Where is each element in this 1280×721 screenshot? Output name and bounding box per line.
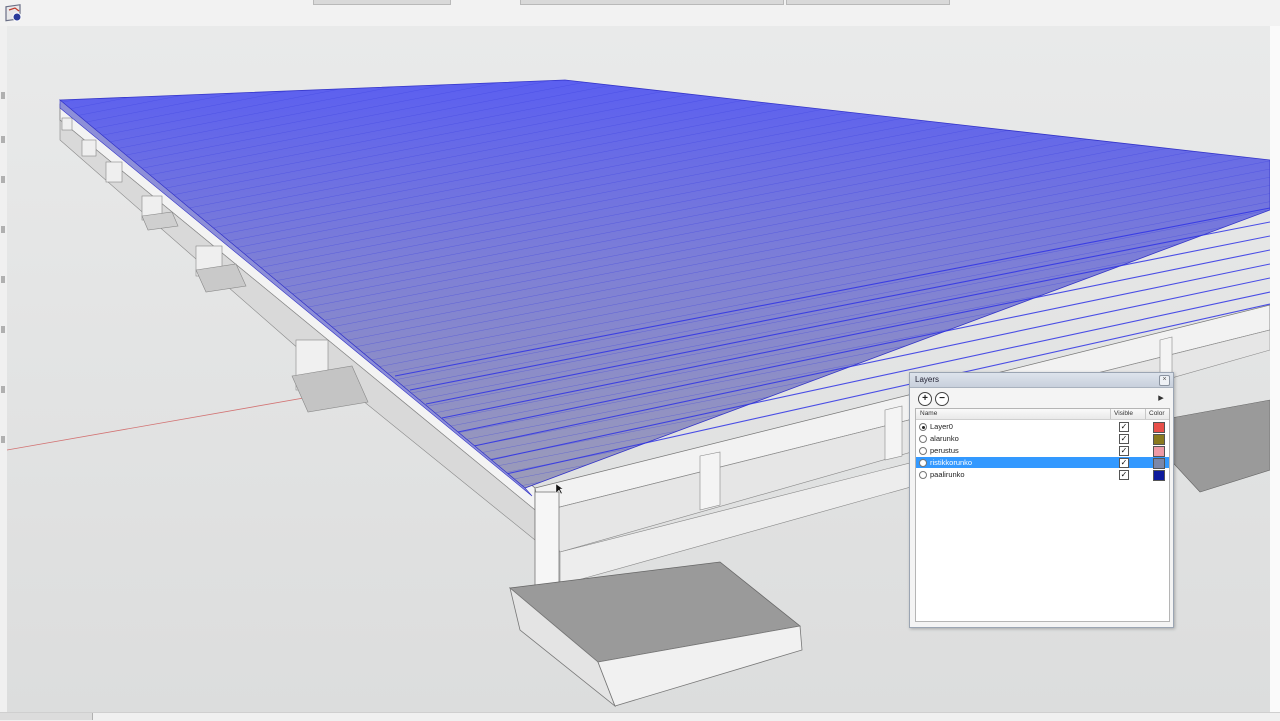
active-layer-radio[interactable] <box>919 471 927 479</box>
layers-list-header: Name Visible Color <box>916 409 1169 420</box>
toolbar-group-3[interactable] <box>786 0 950 5</box>
tool-handle[interactable] <box>1 92 5 99</box>
layers-toolbar: + − ▸ <box>910 388 1173 408</box>
layer-color-swatch[interactable] <box>1153 434 1165 445</box>
details-arrow-icon[interactable]: ▸ <box>1155 392 1167 404</box>
layers-panel-titlebar[interactable]: Layers × <box>910 373 1173 388</box>
tool-handle[interactable] <box>1 176 5 183</box>
layers-panel-title: Layers <box>915 375 940 384</box>
layers-panel: Layers × + − ▸ Name Visible Color Layer0… <box>909 372 1174 628</box>
layer-row[interactable]: paalirunko ✓ <box>916 469 1169 481</box>
layer-color-swatch[interactable] <box>1153 470 1165 481</box>
toolbar-group-1[interactable] <box>313 0 451 5</box>
post <box>61 117 73 131</box>
add-layer-button[interactable]: + <box>918 392 932 406</box>
layer-row[interactable]: ristikkorunko ✓ <box>916 457 1169 469</box>
visible-checkbox[interactable]: ✓ <box>1119 422 1129 432</box>
status-tab[interactable] <box>0 713 93 720</box>
visible-checkbox[interactable]: ✓ <box>1119 470 1129 480</box>
layer-name[interactable]: paalirunko <box>930 470 965 479</box>
column-name-header[interactable]: Name <box>920 410 937 417</box>
joist <box>884 405 903 461</box>
toolbar-group-2[interactable] <box>520 0 784 5</box>
layer-color-swatch[interactable] <box>1153 446 1165 457</box>
layer-row[interactable]: Layer0 ✓ <box>916 421 1169 433</box>
tool-handle[interactable] <box>1 136 5 143</box>
layer-color-swatch[interactable] <box>1153 422 1165 433</box>
active-layer-radio[interactable] <box>919 459 927 467</box>
layer-name[interactable]: Layer0 <box>930 422 953 431</box>
active-layer-radio[interactable] <box>919 435 927 443</box>
layer-color-swatch[interactable] <box>1153 458 1165 469</box>
column-visible-header[interactable]: Visible <box>1114 410 1133 417</box>
active-layer-radio[interactable] <box>919 447 927 455</box>
sketchup-app-icon[interactable] <box>4 4 24 24</box>
right-edge-strip <box>1270 26 1280 716</box>
post <box>81 139 97 157</box>
close-icon[interactable]: × <box>1159 375 1170 386</box>
tool-handle[interactable] <box>1 226 5 233</box>
visible-checkbox[interactable]: ✓ <box>1119 458 1129 468</box>
tool-handle[interactable] <box>1 436 5 443</box>
visible-checkbox[interactable]: ✓ <box>1119 434 1129 444</box>
tool-handle[interactable] <box>1 276 5 283</box>
column-color-header[interactable]: Color <box>1149 410 1165 417</box>
joist <box>699 451 721 511</box>
visible-checkbox[interactable]: ✓ <box>1119 446 1129 456</box>
tool-handle[interactable] <box>1 326 5 333</box>
layers-list: Name Visible Color Layer0 ✓ alarunko ✓ p… <box>915 408 1170 622</box>
layer-row[interactable]: perustus ✓ <box>916 445 1169 457</box>
layer-name[interactable]: ristikkorunko <box>930 458 972 467</box>
top-toolbar <box>0 0 1280 27</box>
active-layer-radio[interactable] <box>919 423 927 431</box>
layer-name[interactable]: alarunko <box>930 434 959 443</box>
delete-layer-button[interactable]: − <box>935 392 949 406</box>
layer-name[interactable]: perustus <box>930 446 959 455</box>
post <box>105 161 123 183</box>
tool-handle[interactable] <box>1 386 5 393</box>
layer-row[interactable]: alarunko ✓ <box>916 433 1169 445</box>
